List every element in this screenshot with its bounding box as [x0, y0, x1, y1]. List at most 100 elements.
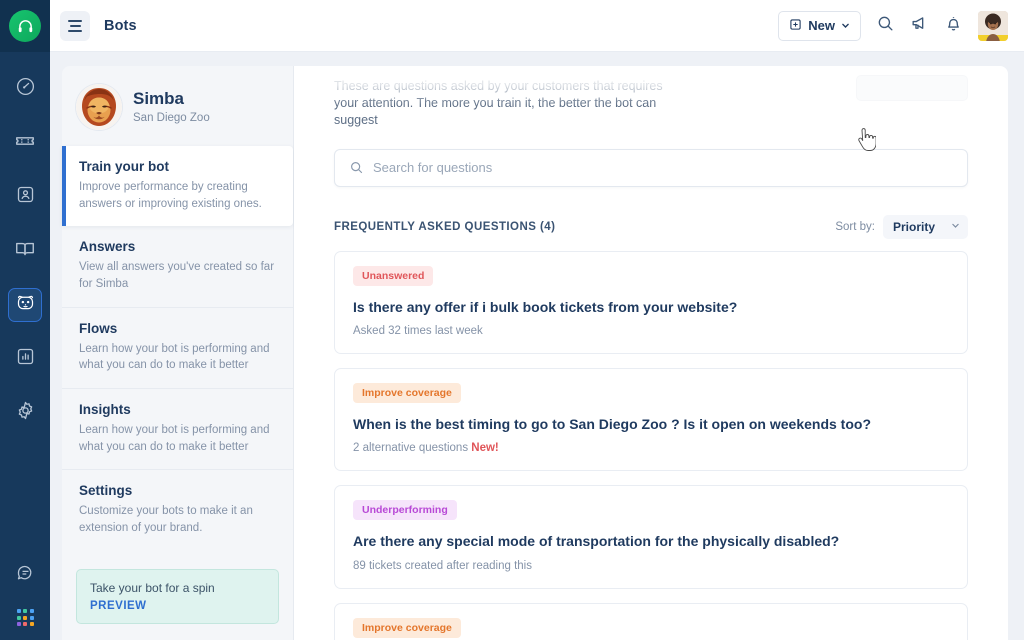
right-region: Bots New Simba San Diego Zoo Train your … — [50, 0, 1024, 640]
body-area: Simba San Diego Zoo Train your bot Impro… — [50, 52, 1024, 640]
faq-question: Is there any offer if i bulk book ticket… — [353, 298, 738, 315]
bot-name: Simba — [133, 88, 185, 108]
bot-profile-header: Simba San Diego Zoo — [62, 66, 293, 146]
nav-item-title: Flows — [79, 320, 118, 336]
faq-card[interactable]: Underperforming Are there any special mo… — [334, 485, 968, 589]
chevron-down-icon — [951, 221, 960, 232]
nav-item-title: Settings — [79, 483, 133, 499]
chat-bubble-icon — [15, 563, 36, 589]
bot-dog-icon — [15, 292, 36, 318]
plus-square-icon — [789, 18, 802, 34]
app-logo[interactable] — [0, 0, 50, 52]
app-root: Bots New Simba San Diego Zoo Train your … — [0, 0, 1024, 640]
rail-item-admin-settings[interactable] — [8, 396, 42, 430]
rail-item-bots[interactable] — [8, 288, 42, 322]
panel-intro-text: These are questions asked by your custom… — [334, 79, 663, 127]
nav-item-train-your-bot[interactable]: Train your bot Improve performance by cr… — [62, 146, 293, 227]
hamburger-menu-icon[interactable] — [60, 10, 90, 41]
bell-icon — [944, 14, 963, 38]
status-badge: Unanswered — [353, 265, 434, 286]
scrolled-action-button[interactable] — [856, 75, 968, 101]
preview-link[interactable]: PREVIEW — [90, 600, 266, 612]
lion-avatar — [76, 84, 122, 130]
faq-meta: Asked 32 times last week — [353, 325, 949, 337]
faq-meta-text: 89 tickets created after reading this — [353, 559, 532, 572]
nav-item-title: Train your bot — [79, 159, 170, 174]
avatar[interactable] — [978, 10, 1008, 41]
rail-item-contacts[interactable] — [8, 180, 42, 214]
new-button[interactable]: New — [778, 10, 861, 41]
sort-value: Priority — [892, 219, 935, 234]
sort-control: Sort by: Priority — [835, 214, 968, 239]
main-content-panel: These are questions asked by your custom… — [294, 66, 1008, 640]
rail-item-apps[interactable] — [16, 609, 34, 626]
rail-item-dashboard[interactable] — [8, 72, 42, 106]
question-search-bar[interactable] — [334, 148, 968, 187]
speedometer-icon — [15, 76, 36, 102]
bot-nav-list: Train your bot Improve performance by cr… — [62, 146, 293, 551]
announcements-button[interactable] — [910, 14, 929, 38]
chevron-down-icon — [841, 18, 850, 33]
bot-nav-panel: Simba San Diego Zoo Train your bot Impro… — [62, 66, 294, 640]
bot-org: San Diego Zoo — [133, 112, 210, 125]
nav-item-desc: Improve performance by creating answers … — [79, 181, 262, 210]
faq-card[interactable]: Unanswered Is there any offer if i bulk … — [334, 250, 968, 354]
faq-meta-text: Asked 32 times last week — [353, 324, 483, 337]
nav-item-desc: Learn how your bot is performing and wha… — [79, 342, 270, 372]
top-bar-actions: New — [778, 10, 1008, 41]
faq-meta-text: 2 alternative questions — [353, 442, 469, 455]
faq-list-header: FREQUENTLY ASKED QUESTIONS (4) Sort by: … — [334, 214, 968, 239]
status-badge: Underperforming — [353, 500, 457, 521]
search-icon — [349, 160, 364, 175]
rail-item-reports[interactable] — [8, 342, 42, 376]
sort-label: Sort by: — [835, 220, 875, 233]
book-icon — [14, 238, 36, 265]
megaphone-icon — [910, 14, 929, 38]
nav-item-flows[interactable]: Flows Learn how your bot is performing a… — [62, 308, 293, 390]
sort-select[interactable]: Priority — [882, 214, 968, 239]
nav-item-desc: Customize your bots to make it an extens… — [79, 505, 253, 535]
faq-meta: 89 tickets created after reading this — [353, 560, 949, 572]
global-icon-rail — [0, 0, 50, 640]
page-title: Bots — [104, 17, 137, 34]
status-badge: Improve coverage — [353, 617, 461, 638]
nav-item-settings[interactable]: Settings Customize your bots to make it … — [62, 470, 293, 550]
nav-item-title: Answers — [79, 239, 136, 255]
faq-card-list: Unanswered Is there any offer if i bulk … — [334, 250, 968, 640]
preview-bot-card: Take your bot for a spin PREVIEW — [76, 569, 279, 624]
headset-logo-icon — [9, 10, 41, 42]
rail-items — [8, 52, 42, 446]
status-badge: Improve coverage — [353, 382, 461, 403]
faq-meta: 2 alternative questions New! — [353, 442, 949, 454]
ticket-icon — [14, 130, 36, 157]
top-bar: Bots New — [50, 0, 1024, 52]
new-button-label: New — [808, 18, 835, 33]
preview-card-text: Take your bot for a spin — [90, 581, 215, 595]
faq-card[interactable]: Improve coverage When is the best timing… — [334, 367, 968, 472]
faq-section-title: FREQUENTLY ASKED QUESTIONS (4) — [334, 220, 556, 233]
new-tag: New! — [471, 442, 499, 455]
nav-item-desc: View all answers you've created so far f… — [79, 261, 275, 291]
global-search-button[interactable] — [876, 14, 895, 38]
apps-grid-icon — [16, 609, 34, 626]
search-icon — [876, 14, 895, 38]
nav-item-title: Insights — [79, 402, 131, 418]
rail-item-chat[interactable] — [8, 559, 42, 593]
faq-card[interactable]: Improve coverage When is the best timing… — [334, 602, 968, 640]
rail-item-knowledge-base[interactable] — [8, 234, 42, 268]
gear-icon — [15, 400, 36, 426]
bar-chart-icon — [15, 346, 36, 372]
nav-item-desc: Learn how your bot is performing and wha… — [79, 424, 270, 453]
rail-bottom-items — [8, 559, 42, 640]
faq-question: Are there any special mode of transporta… — [353, 533, 840, 550]
search-input[interactable] — [373, 160, 953, 176]
user-avatar — [978, 10, 1008, 41]
nav-item-answers[interactable]: Answers View all answers you've created … — [62, 226, 293, 308]
scroll-container: These are questions asked by your custom… — [294, 66, 1008, 640]
notifications-button[interactable] — [944, 14, 963, 38]
bot-identity: Simba San Diego Zoo — [133, 88, 210, 125]
nav-item-insights[interactable]: Insights Learn how your bot is performin… — [62, 389, 293, 471]
faq-question: When is the best timing to go to San Die… — [353, 415, 871, 432]
contact-card-icon — [15, 184, 36, 210]
rail-item-tickets[interactable] — [8, 126, 42, 160]
